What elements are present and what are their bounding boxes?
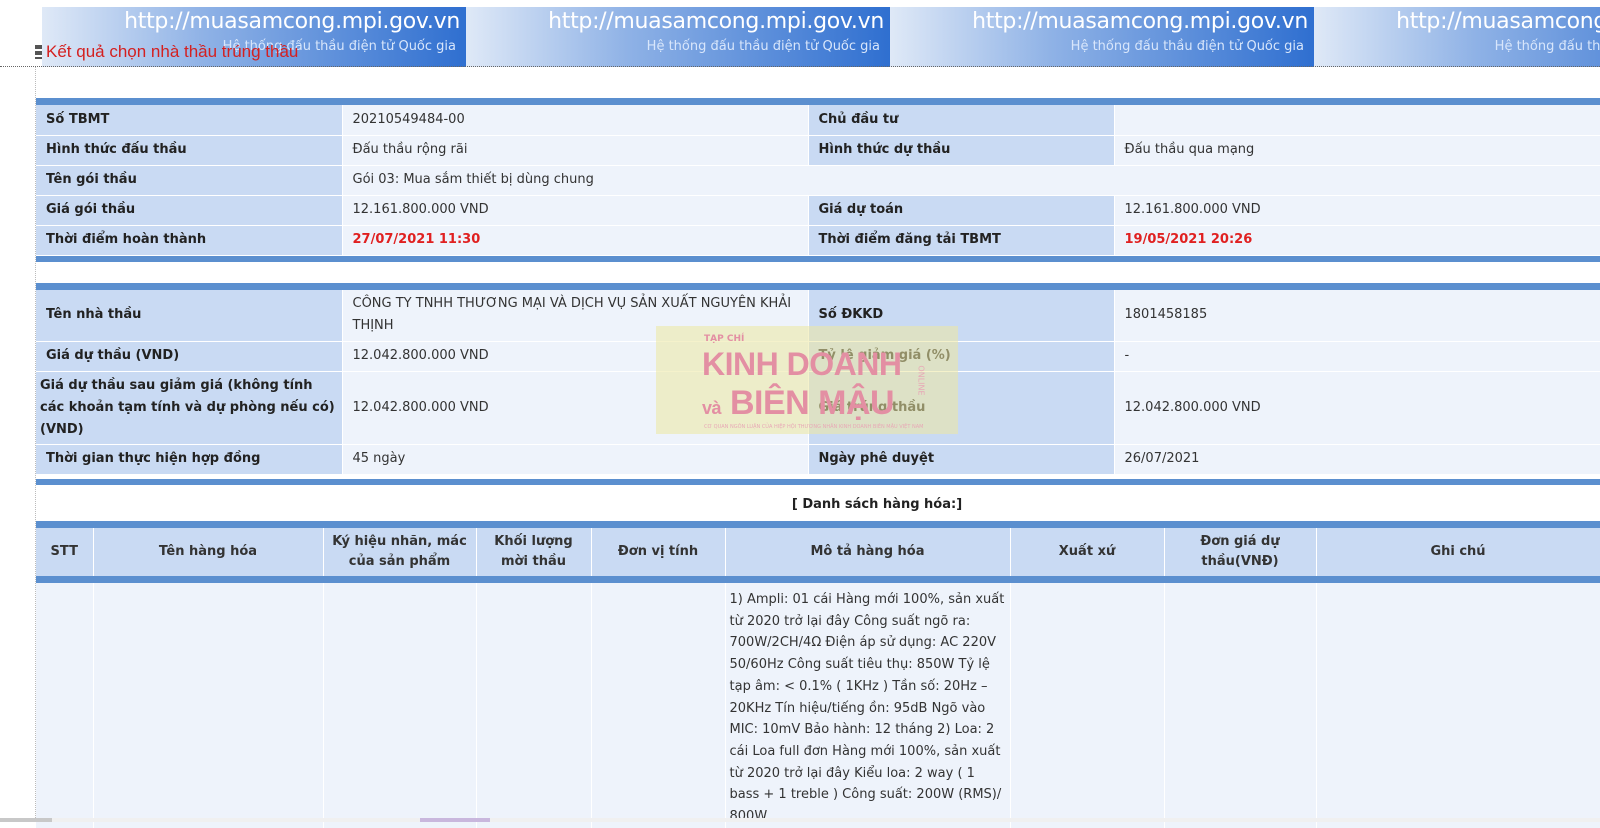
cell-don-vi <box>591 583 726 828</box>
thoi-diem-dang-tai-label: Thời điểm đăng tải TBMT <box>808 225 1115 256</box>
section-bar <box>36 256 1600 262</box>
banner-url: http://muasamcong.mpi.gov.vn <box>548 9 884 34</box>
scrollbar-thumb[interactable] <box>0 818 52 822</box>
gia-trung-thau-value: 12.042.800.000 VND <box>1114 371 1600 445</box>
ngay-phe-duyet-value: 26/07/2021 <box>1114 444 1600 475</box>
ten-nha-thau-label: Tên nhà thầu <box>36 290 343 342</box>
chu-dau-tu-value <box>1114 105 1600 136</box>
col-header-khoi-luong: Khối lượng mời thầu <box>476 528 592 576</box>
watermark-text: và BIÊN MẬU <box>702 384 895 423</box>
ten-goi-thau-value: Gói 03: Mua sắm thiết bị dùng chung <box>342 165 1600 196</box>
page-title-text: Kết quả chọn nhà thầu trúng thầu <box>46 42 299 61</box>
table-row: Hình thức đấu thầu Đấu thầu rộng rãi Hìn… <box>36 135 1600 166</box>
cell-stt <box>36 583 94 828</box>
table-row: Giá gói thầu 12.161.800.000 VND Giá dự t… <box>36 195 1600 226</box>
goods-list-caption: [ Danh sách hàng hóa:] <box>791 497 963 512</box>
goods-table: STT Tên hàng hóa Ký hiệu nhãn, mác của s… <box>36 528 1600 828</box>
col-header-don-vi: Đơn vị tính <box>591 528 726 576</box>
gia-goi-thau-value: 12.161.800.000 VND <box>342 195 809 226</box>
banner-tile: http://muasamcong.mpi.gov.vn Hệ thống đấ… <box>1314 7 1600 67</box>
hinh-thuc-dau-thau-value: Đấu thầu rộng rãi <box>342 135 809 166</box>
col-header-don-gia: Đơn giá dự thầu(VNĐ) <box>1164 528 1317 576</box>
gia-goi-thau-label: Giá gói thầu <box>36 195 343 226</box>
banner-tile: http://muasamcong.mpi.gov.vn Hệ thống đấ… <box>890 7 1314 67</box>
section-bar <box>36 521 1600 528</box>
hinh-thuc-du-thau-value: Đấu thầu qua mạng <box>1114 135 1600 166</box>
section-bar <box>36 576 1600 583</box>
col-header-ghi-chu: Ghi chú <box>1316 528 1600 576</box>
ten-goi-thau-label: Tên gói thầu <box>36 165 343 196</box>
so-tbmt-label: Số TBMT <box>36 105 343 136</box>
section-bar <box>36 479 1600 485</box>
banner-url: http://muasamcong.mpi.gov.vn <box>124 9 460 34</box>
col-header-stt: STT <box>36 528 94 576</box>
banner-url: http://muasamcong.mpi.gov.vn <box>1396 9 1600 34</box>
table-row: Thời gian thực hiện hợp đồng 45 ngày Ngà… <box>36 444 1600 475</box>
ngay-phe-duyet-label: Ngày phê duyệt <box>808 444 1115 475</box>
thoi-gian-hd-label: Thời gian thực hiện hợp đồng <box>36 444 343 475</box>
cell-don-gia <box>1164 583 1317 828</box>
thoi-gian-hd-value: 45 ngày <box>342 444 809 475</box>
watermark-text: ONLINE <box>916 365 926 396</box>
watermark-text: và <box>702 398 722 418</box>
watermark-text: CƠ QUAN NGÔN LUẬN CỦA HIỆP HỘI THƯƠNG NH… <box>704 424 924 430</box>
gia-du-toan-label: Giá dự toán <box>808 195 1115 226</box>
notice-info-table: Số TBMT 20210549484-00 Chủ đầu tư Hình t… <box>36 105 1600 256</box>
title-divider <box>0 66 1600 67</box>
bullet-icon <box>35 45 42 59</box>
chu-dau-tu-label: Chủ đầu tư <box>808 105 1115 136</box>
cell-khoi-luong <box>476 583 592 828</box>
watermark-text: KINH DOANH <box>702 346 902 382</box>
table-header-row: STT Tên hàng hóa Ký hiệu nhãn, mác của s… <box>36 528 1600 576</box>
col-header-mo-ta: Mô tả hàng hóa <box>725 528 1011 576</box>
hinh-thuc-dau-thau-label: Hình thức đấu thầu <box>36 135 343 166</box>
watermark-text: BIÊN MẬU <box>729 384 895 422</box>
col-header-ten-hang-hoa: Tên hàng hóa <box>93 528 324 576</box>
watermark-text: TẠP CHÍ <box>704 334 745 344</box>
section-bar <box>36 283 1600 290</box>
gia-sau-giam-label: Giá dự thầu sau giảm giá (không tính các… <box>36 371 343 445</box>
hinh-thuc-du-thau-label: Hình thức dự thầu <box>808 135 1115 166</box>
page-title: Kết quả chọn nhà thầu trúng thầu <box>35 42 298 62</box>
banner-subtitle: Hệ thống đấu thầu điện tử Quốc gia <box>646 39 880 54</box>
horizontal-scrollbar[interactable] <box>0 818 1600 822</box>
cell-xuat-xu <box>1010 583 1165 828</box>
banner-subtitle: Hệ thống đấu thầu điện tử Quốc gia <box>1070 39 1304 54</box>
col-header-ky-hieu: Ký hiệu nhãn, mác của sản phẩm <box>323 528 477 576</box>
banner-tile: http://muasamcong.mpi.gov.vn Hệ thống đấ… <box>466 7 890 67</box>
cell-mo-ta: 1) Ampli: 01 cái Hàng mới 100%, sản xuất… <box>725 583 1011 828</box>
col-header-xuat-xu: Xuất xứ <box>1010 528 1165 576</box>
thoi-diem-hoan-thanh-label: Thời điểm hoàn thành <box>36 225 343 256</box>
scrollbar-mark <box>420 818 490 822</box>
cell-ten-hang-hoa <box>93 583 324 828</box>
thoi-diem-dang-tai-value: 19/05/2021 20:26 <box>1114 225 1600 256</box>
banner-url: http://muasamcong.mpi.gov.vn <box>972 9 1308 34</box>
gia-du-toan-value: 12.161.800.000 VND <box>1114 195 1600 226</box>
section-bar <box>36 98 1600 105</box>
table-row: Thời điểm hoàn thành 27/07/2021 11:30 Th… <box>36 225 1600 256</box>
cell-ghi-chu <box>1316 583 1600 828</box>
table-row: 1) Ampli: 01 cái Hàng mới 100%, sản xuất… <box>36 583 1600 828</box>
watermark-logo: TẠP CHÍ KINH DOANH và BIÊN MẬU CƠ QUAN N… <box>656 326 958 434</box>
header-divider <box>36 576 1600 583</box>
gia-du-thau-label: Giá dự thầu (VND) <box>36 341 343 372</box>
so-dkkd-value: 1801458185 <box>1114 290 1600 342</box>
ty-le-giam-gia-value: - <box>1114 341 1600 372</box>
so-tbmt-value: 20210549484-00 <box>342 105 809 136</box>
table-row: Số TBMT 20210549484-00 Chủ đầu tư <box>36 105 1600 136</box>
table-row: Tên gói thầu Gói 03: Mua sắm thiết bị dù… <box>36 165 1600 196</box>
thoi-diem-hoan-thanh-value: 27/07/2021 11:30 <box>342 225 809 256</box>
cell-ky-hieu <box>323 583 477 828</box>
banner-subtitle: Hệ thống đấu thầu điện tử Quốc gia <box>1494 39 1600 54</box>
